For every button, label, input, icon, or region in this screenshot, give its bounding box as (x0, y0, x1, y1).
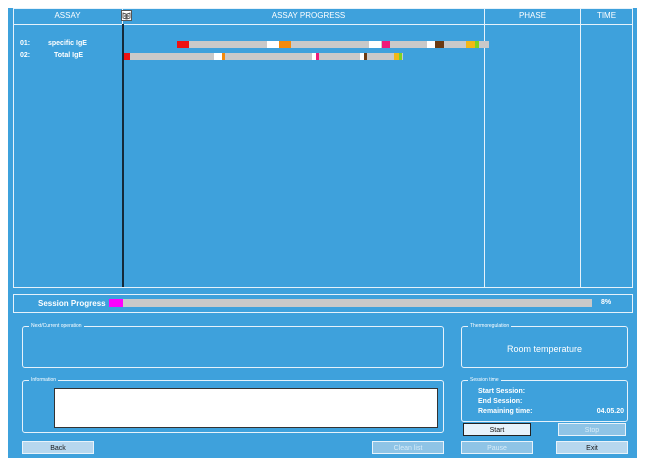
thermoregulation-title: Thermoregulation (468, 322, 512, 330)
phase-segment (267, 41, 279, 48)
table-header-divider (13, 24, 632, 25)
session-progress-bottom-border (13, 312, 632, 313)
phase-segment (399, 53, 402, 60)
thermoregulation-value: Room temperature (506, 344, 583, 354)
phase-segment (124, 53, 130, 60)
phase-segment (222, 53, 225, 60)
back-button[interactable]: Back (22, 441, 94, 454)
assay-row-1-name[interactable]: specific IgE (48, 40, 87, 47)
assay-row-2-name[interactable]: Total IgE (54, 52, 83, 59)
phase-segment (279, 41, 291, 48)
information-group: Information (22, 376, 444, 433)
next-operation-group: Next/Current operation (22, 322, 444, 368)
session-progress-top-border (13, 294, 632, 295)
remaining-time-label: Remaining time: (478, 408, 533, 415)
session-time-title: Session time (468, 376, 501, 384)
phase-segment (177, 41, 189, 48)
start-button[interactable]: Start (463, 423, 531, 436)
next-operation-title: Next/Current operation (29, 322, 84, 330)
stop-button[interactable]: Stop (558, 423, 626, 436)
progress-time-cursor (122, 24, 124, 287)
book-icon[interactable] (121, 10, 132, 21)
assay-2-progress-bar (124, 53, 403, 60)
assay-1-progress-bar (177, 41, 489, 48)
table-left-border (13, 8, 14, 288)
assay-monitor-window: ASSAY ASSAY PROGRESS PHASE TIME 01: spec… (8, 8, 637, 458)
end-session-label: End Session: (478, 398, 523, 405)
remaining-time-value: 04.05.20 (596, 408, 624, 415)
phase-segment (214, 53, 222, 60)
session-progress-label: Session Progress (38, 299, 106, 308)
phase-segment (316, 53, 319, 60)
session-progress-percent: 8% (601, 299, 612, 306)
session-progress-left-border (13, 294, 14, 313)
header-assay: ASSAY (54, 11, 81, 20)
header-phase: PHASE (518, 11, 547, 20)
session-progress-right-border (632, 294, 633, 313)
header-assay-progress: ASSAY PROGRESS (271, 11, 346, 20)
phase-segment (475, 41, 479, 48)
session-progress-fill (109, 299, 123, 307)
table-right-border (632, 8, 633, 288)
information-title: Information (29, 376, 59, 384)
phase-segment (466, 41, 475, 48)
col-divider-time (580, 8, 581, 288)
phase-segment (435, 41, 444, 48)
assay-row-2-id: 02: (20, 52, 31, 59)
phase-segment (382, 41, 390, 48)
exit-button[interactable]: Exit (556, 441, 628, 454)
header-time: TIME (596, 11, 617, 20)
thermoregulation-group: Thermoregulation Room temperature (461, 322, 628, 368)
session-progress-bar (109, 299, 592, 307)
col-divider-phase (484, 8, 485, 288)
pause-button[interactable]: Pause (461, 441, 533, 454)
table-bottom-border (13, 287, 632, 288)
assay-row-1-id: 01: (20, 40, 31, 47)
clean-list-button[interactable]: Clean list (372, 441, 444, 454)
start-session-label: Start Session: (478, 388, 526, 395)
phase-segment (364, 53, 367, 60)
information-text-area[interactable] (54, 388, 438, 428)
phase-segment (427, 41, 435, 48)
phase-segment (369, 41, 381, 48)
